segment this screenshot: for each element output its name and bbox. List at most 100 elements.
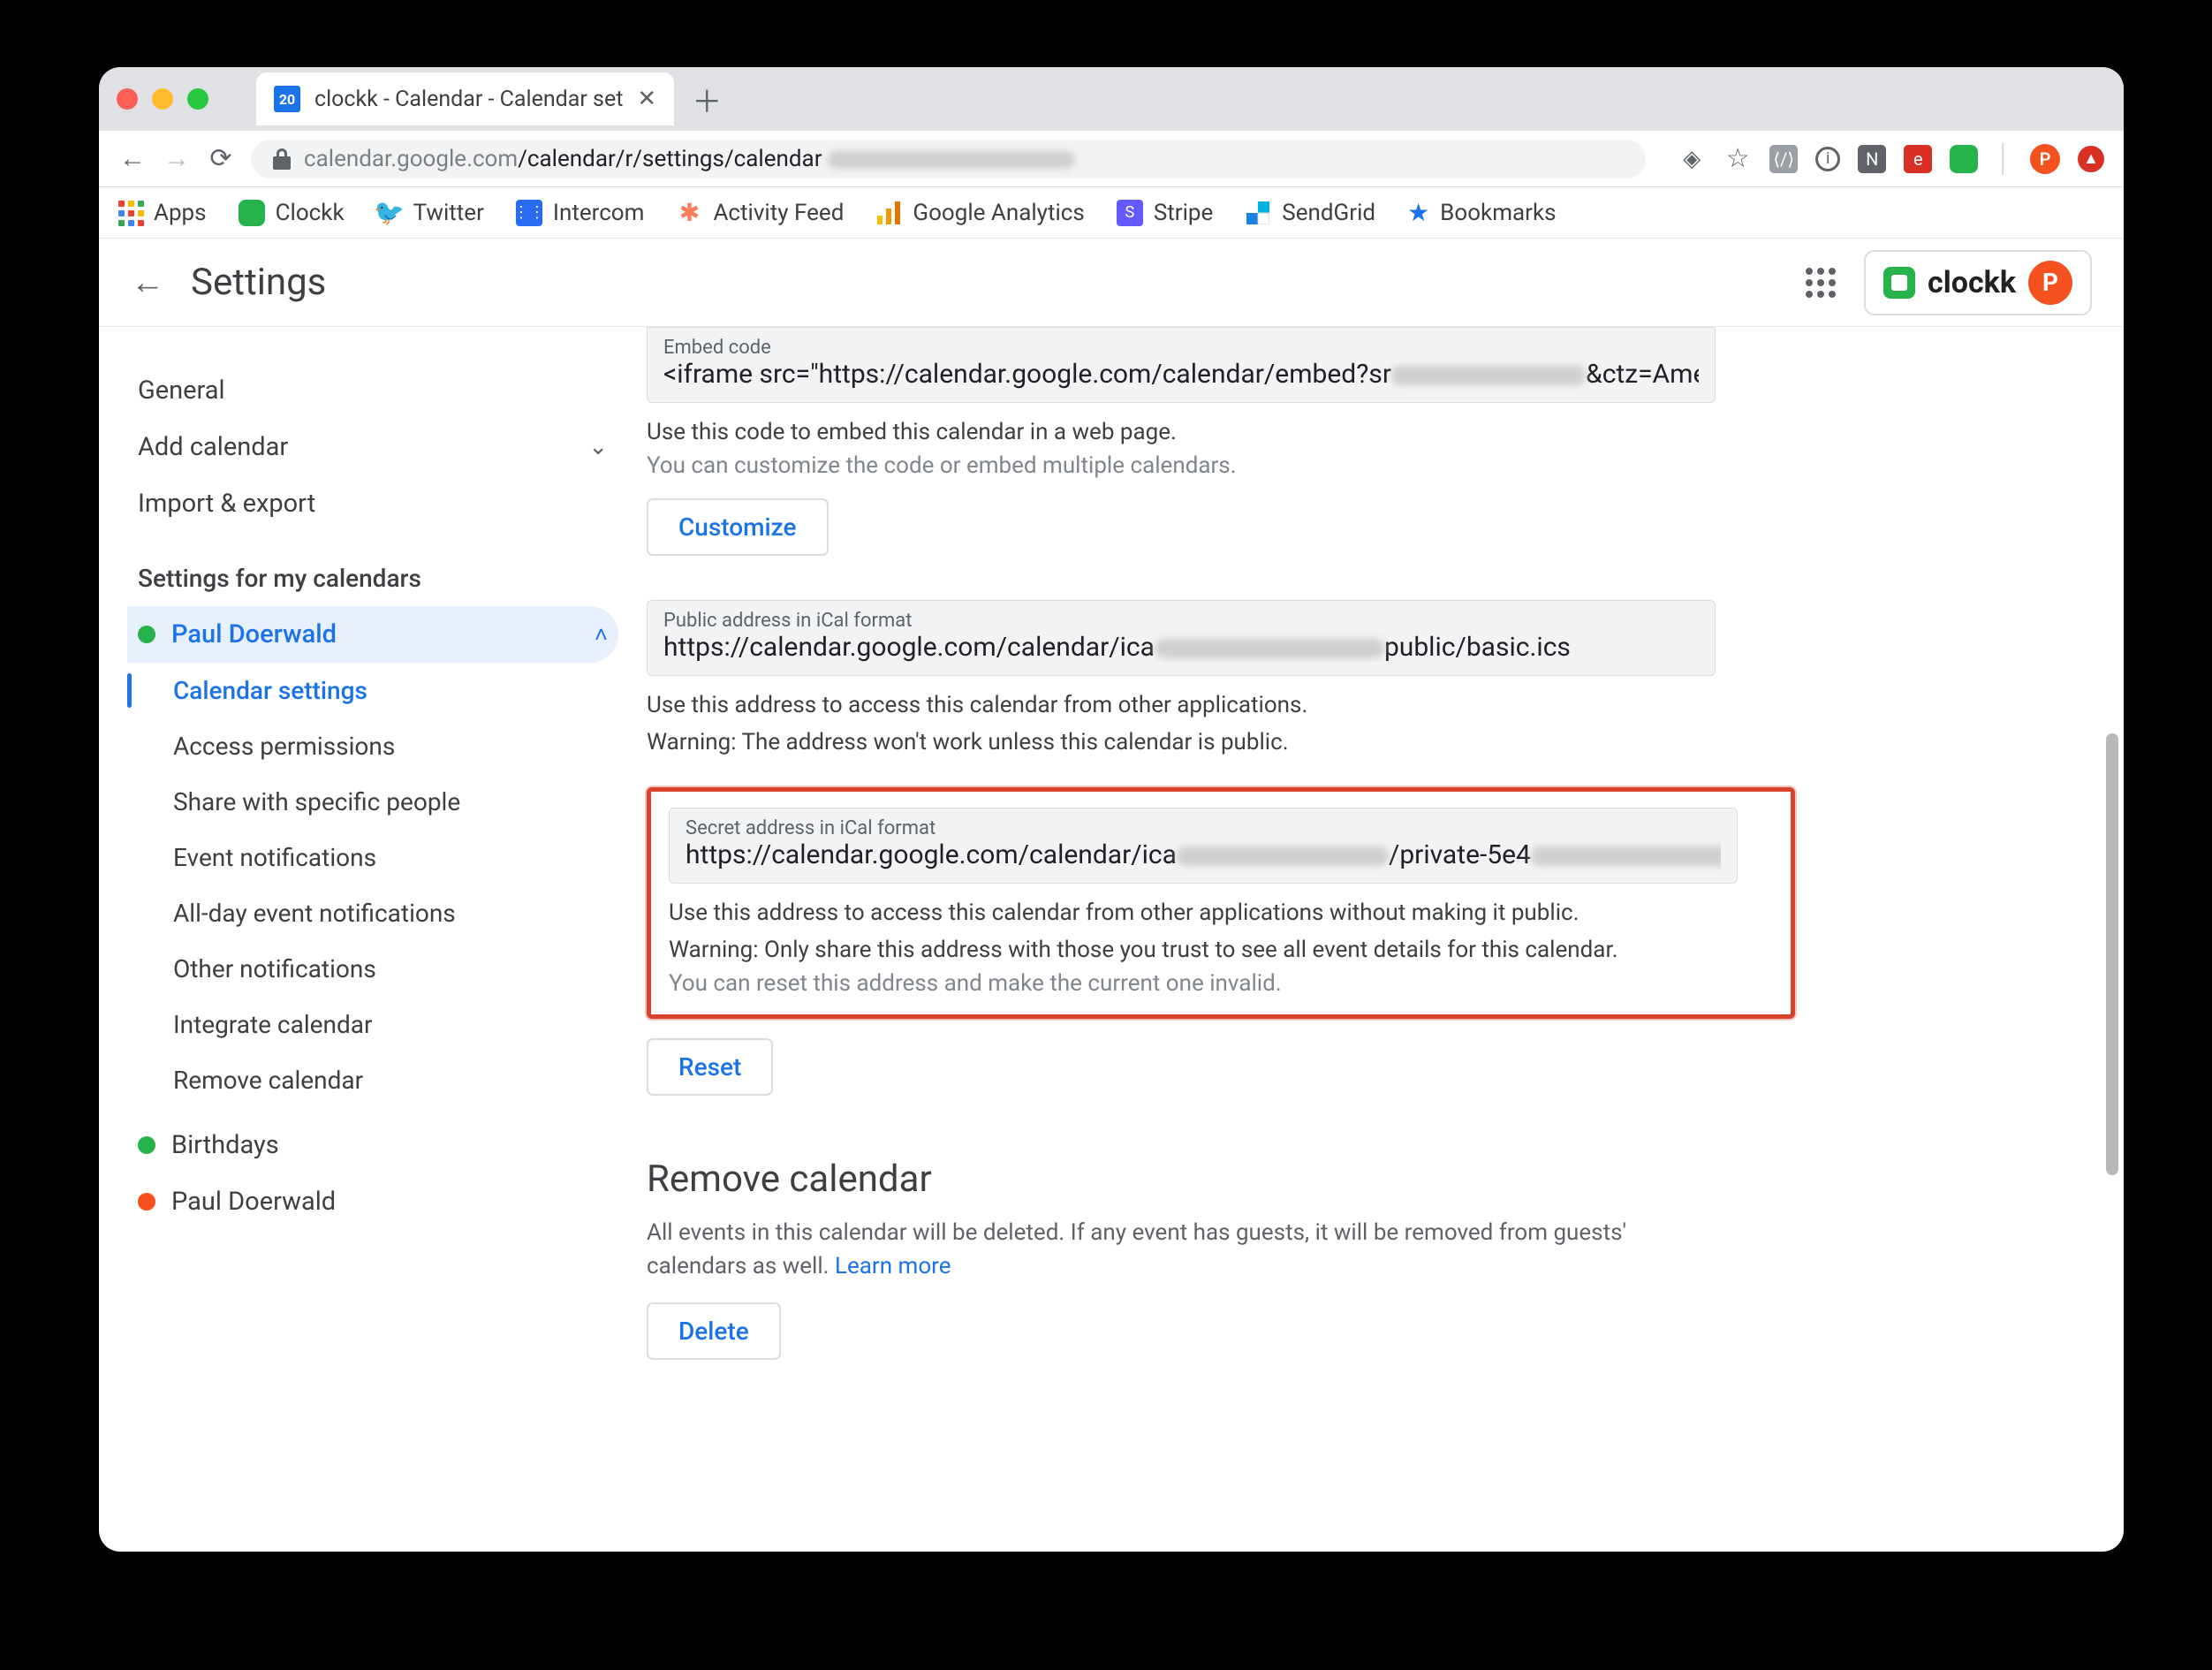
calendar-favicon-icon: 20 bbox=[274, 86, 300, 112]
bookmark-intercom[interactable]: ⋮⋮ Intercom bbox=[516, 200, 645, 226]
sidebar-item-label: Share with specific people bbox=[173, 787, 460, 816]
back-button[interactable]: ← bbox=[131, 263, 164, 302]
bookmark-apps[interactable]: Apps bbox=[118, 200, 207, 226]
content-area: General Add calendar ⌄ Import & export S… bbox=[99, 327, 2124, 1552]
address-bar[interactable]: calendar.google.com/calendar/r/settings/… bbox=[251, 140, 1646, 178]
brand-name: clockk bbox=[1928, 265, 2016, 300]
sidebar-item-label: Paul Doerwald bbox=[171, 619, 337, 649]
sidebar-item-label: Add calendar bbox=[138, 432, 288, 462]
bookmark-label: Bookmarks bbox=[1440, 200, 1556, 226]
info-icon[interactable]: i bbox=[1815, 147, 1840, 171]
public-ical-field[interactable]: Public address in iCal format https://ca… bbox=[647, 600, 1716, 676]
extension-devtools-icon[interactable]: ⟨/⟩ bbox=[1769, 145, 1798, 173]
minimize-window-button[interactable] bbox=[152, 88, 173, 110]
reset-button[interactable]: Reset bbox=[647, 1038, 773, 1096]
maximize-window-button[interactable] bbox=[187, 88, 208, 110]
sendgrid-icon bbox=[1245, 200, 1271, 226]
field-label: Secret address in iCal format bbox=[686, 817, 1721, 839]
field-value: https://calendar.google.com/calendar/ica… bbox=[686, 839, 1721, 870]
customize-button[interactable]: Customize bbox=[647, 498, 829, 556]
eye-icon[interactable]: ◈ bbox=[1678, 146, 1706, 172]
sidebar-sub-other-notifications[interactable]: Other notifications bbox=[127, 941, 618, 997]
embed-help: Use this code to embed this calendar in … bbox=[647, 419, 2071, 445]
star-icon: ★ bbox=[1407, 198, 1429, 227]
bookmark-label: Twitter bbox=[413, 200, 484, 226]
sidebar-item-label: Birthdays bbox=[171, 1130, 279, 1160]
secret-ical-note: You can reset this address and make the … bbox=[669, 970, 1773, 997]
sidebar-item-label: Access permissions bbox=[173, 732, 395, 761]
extension-clockk-icon[interactable] bbox=[1950, 145, 1978, 173]
bookmark-label: Apps bbox=[154, 200, 207, 226]
scrollbar-thumb[interactable] bbox=[2106, 733, 2118, 1175]
public-ical-help: Use this address to access this calendar… bbox=[647, 692, 2071, 718]
account-brand-pill[interactable]: clockk P bbox=[1864, 250, 2092, 315]
bookmark-bookmarks[interactable]: ★ Bookmarks bbox=[1407, 198, 1557, 227]
bookmark-google-analytics[interactable]: Google Analytics bbox=[875, 200, 1084, 226]
secret-ical-warning: Warning: Only share this address with th… bbox=[669, 937, 1773, 963]
browser-tab[interactable]: 20 clockk - Calendar - Calendar set ✕ bbox=[256, 72, 674, 125]
nav-forward-button[interactable]: → bbox=[163, 143, 191, 174]
google-apps-button[interactable] bbox=[1804, 266, 1837, 300]
close-window-button[interactable] bbox=[117, 88, 138, 110]
sidebar-sub-all-day-notifications[interactable]: All-day event notifications bbox=[127, 885, 618, 941]
toolbar-right: ◈ ☆ ⟨/⟩ i N e │ P ▲ bbox=[1678, 143, 2104, 174]
bookmark-sendgrid[interactable]: SendGrid bbox=[1245, 200, 1375, 226]
sidebar-item-label: General bbox=[138, 376, 225, 406]
bookmark-stripe[interactable]: S Stripe bbox=[1117, 200, 1213, 226]
reload-button[interactable]: ⟳ bbox=[207, 143, 235, 174]
extension-red-icon[interactable]: e bbox=[1904, 145, 1932, 173]
sidebar-item-label: All-day event notifications bbox=[173, 899, 456, 928]
embed-code-field[interactable]: Embed code <iframe src="https://calendar… bbox=[647, 327, 1716, 403]
window-controls bbox=[117, 88, 230, 110]
analytics-icon bbox=[875, 200, 902, 226]
bookmark-label: Stripe bbox=[1154, 200, 1213, 226]
account-avatar: P bbox=[2028, 261, 2072, 305]
sidebar-sub-calendar-settings[interactable]: Calendar settings bbox=[127, 663, 618, 718]
intercom-icon: ⋮⋮ bbox=[516, 200, 542, 226]
bookmark-twitter[interactable]: 🐦 Twitter bbox=[376, 200, 484, 226]
sidebar-item-add-calendar[interactable]: Add calendar ⌄ bbox=[127, 419, 618, 475]
new-tab-button[interactable]: ＋ bbox=[692, 78, 722, 121]
lock-icon bbox=[272, 148, 292, 170]
sidebar-sub-remove-calendar[interactable]: Remove calendar bbox=[127, 1052, 618, 1108]
page-title: Settings bbox=[191, 261, 326, 304]
url-text: calendar.google.com/calendar/r/settings/… bbox=[304, 146, 1075, 172]
browser-window: 20 clockk - Calendar - Calendar set ✕ ＋ … bbox=[99, 67, 2124, 1552]
sidebar-item-import-export[interactable]: Import & export bbox=[127, 475, 618, 532]
sidebar-sub-access-permissions[interactable]: Access permissions bbox=[127, 718, 618, 774]
delete-button[interactable]: Delete bbox=[647, 1302, 781, 1360]
sidebar-calendar-birthdays[interactable]: Birthdays bbox=[127, 1117, 618, 1173]
bookmark-label: Google Analytics bbox=[913, 200, 1084, 226]
notification-badge-icon[interactable]: ▲ bbox=[2078, 146, 2104, 172]
field-label: Public address in iCal format bbox=[663, 610, 1699, 632]
sidebar-item-label: Event notifications bbox=[173, 843, 376, 872]
sidebar-calendar-paul-doerwald[interactable]: Paul Doerwald ˄ bbox=[127, 606, 618, 663]
separator: │ bbox=[1996, 143, 2012, 174]
profile-avatar[interactable]: P bbox=[2030, 144, 2060, 174]
sidebar-sub-integrate-calendar[interactable]: Integrate calendar bbox=[127, 997, 618, 1052]
clockk-logo-icon bbox=[1883, 267, 1915, 299]
stripe-icon: S bbox=[1117, 200, 1143, 226]
embed-help2: You can customize the code or embed mult… bbox=[647, 452, 2071, 479]
scrollbar-track[interactable] bbox=[2106, 398, 2118, 1534]
calendar-color-dot bbox=[138, 1136, 155, 1154]
star-icon[interactable]: ☆ bbox=[1723, 143, 1752, 174]
bookmark-label: Intercom bbox=[553, 200, 645, 226]
sidebar-calendar-paul-secondary[interactable]: Paul Doerwald bbox=[127, 1173, 618, 1230]
nav-back-button[interactable]: ← bbox=[118, 143, 147, 174]
field-value: https://calendar.google.com/calendar/ica… bbox=[663, 632, 1699, 663]
close-tab-button[interactable]: ✕ bbox=[637, 86, 656, 112]
secret-ical-field[interactable]: Secret address in iCal format https://ca… bbox=[669, 808, 1738, 884]
bookmark-activity-feed[interactable]: ✱ Activity Feed bbox=[676, 200, 844, 226]
bookmarks-bar: Apps Clockk 🐦 Twitter ⋮⋮ Intercom ✱ Acti… bbox=[99, 187, 2124, 239]
bookmark-clockk[interactable]: Clockk bbox=[239, 200, 345, 226]
sidebar-sub-share-specific-people[interactable]: Share with specific people bbox=[127, 774, 618, 830]
learn-more-link[interactable]: Learn more bbox=[835, 1253, 951, 1279]
sidebar-sub-event-notifications[interactable]: Event notifications bbox=[127, 830, 618, 885]
remove-calendar-body: All events in this calendar will be dele… bbox=[647, 1217, 1671, 1283]
window-titlebar: 20 clockk - Calendar - Calendar set ✕ ＋ bbox=[99, 67, 2124, 131]
sidebar-item-general[interactable]: General bbox=[127, 362, 618, 419]
hubspot-icon: ✱ bbox=[676, 200, 702, 226]
extension-dark-icon[interactable]: N bbox=[1858, 145, 1886, 173]
sidebar-heading-my-calendars: Settings for my calendars bbox=[127, 532, 618, 606]
